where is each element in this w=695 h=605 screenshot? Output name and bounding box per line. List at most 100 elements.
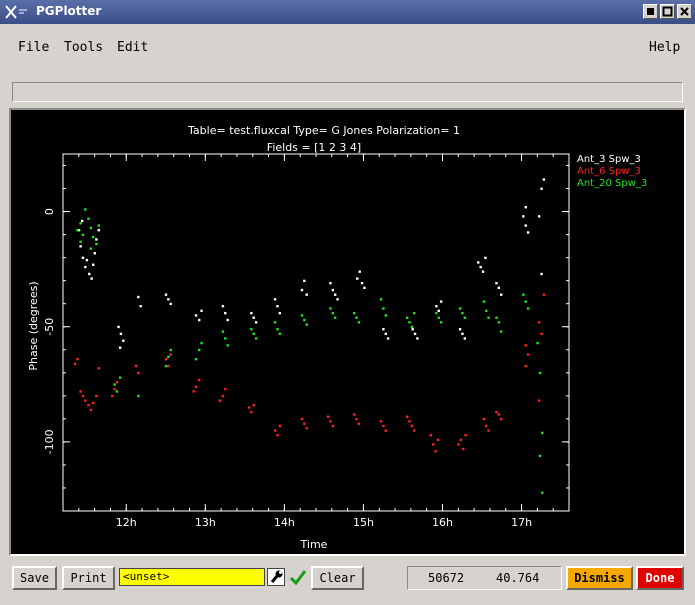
save-button[interactable]: Save <box>12 566 57 590</box>
data-point <box>363 286 366 289</box>
data-point <box>276 305 279 308</box>
data-point <box>500 293 503 296</box>
data-point <box>437 316 440 319</box>
data-point <box>524 205 527 209</box>
data-point <box>137 394 140 398</box>
data-point <box>405 415 409 418</box>
data-point <box>305 323 308 326</box>
data-point <box>358 270 361 273</box>
data-point <box>113 383 116 386</box>
data-point <box>540 272 543 276</box>
done-button[interactable]: Done <box>636 566 684 590</box>
data-point <box>500 330 503 333</box>
data-point <box>458 307 462 310</box>
menu-file[interactable]: File <box>18 40 49 55</box>
data-point <box>117 325 120 329</box>
data-point <box>278 311 282 315</box>
data-point <box>495 316 498 319</box>
data-point <box>90 277 93 280</box>
data-point <box>462 447 465 451</box>
data-point <box>113 387 116 391</box>
clear-button[interactable]: Clear <box>311 566 364 590</box>
data-point <box>537 399 541 402</box>
control-bar: Save Print <unset> Clear 50672 40.764 Di… <box>0 560 695 605</box>
data-point <box>464 433 467 437</box>
data-point <box>303 422 306 425</box>
data-point <box>137 295 140 299</box>
legend-entry: Ant_6 Spw_3 <box>577 166 641 177</box>
data-point <box>355 316 358 319</box>
chart-title: Table= test.fluxcal Type= G Jones Polari… <box>187 124 460 137</box>
window-menu-icon[interactable] <box>4 3 28 21</box>
close-button[interactable] <box>677 4 692 19</box>
data-point <box>487 429 490 432</box>
data-point <box>484 309 488 313</box>
maximize-button[interactable] <box>660 4 675 19</box>
data-point <box>137 371 140 375</box>
data-point <box>81 394 85 398</box>
data-point <box>537 321 541 324</box>
dismiss-button[interactable]: Dismiss <box>566 566 633 590</box>
data-point <box>356 277 359 280</box>
data-point <box>79 245 82 248</box>
data-point <box>439 321 443 324</box>
y-axis-label: Phase (degrees) <box>27 281 40 370</box>
minimize-button[interactable] <box>643 4 658 19</box>
data-point <box>536 341 539 345</box>
data-point <box>250 311 253 315</box>
data-point <box>484 424 488 428</box>
plot-canvas[interactable]: Table= test.fluxcal Type= G Jones Polari… <box>9 108 686 556</box>
data-point <box>357 422 361 425</box>
data-point <box>352 413 356 416</box>
data-point <box>537 215 541 218</box>
data-point <box>167 298 170 301</box>
tool-button[interactable] <box>267 568 285 586</box>
data-point <box>408 321 411 324</box>
data-point <box>97 367 100 370</box>
data-point <box>300 417 304 421</box>
data-point <box>134 364 138 368</box>
apply-button[interactable] <box>289 568 307 586</box>
menu-edit[interactable]: Edit <box>117 40 148 55</box>
data-point <box>522 293 525 296</box>
menu-tools[interactable]: Tools <box>64 40 103 55</box>
menu-help[interactable]: Help <box>649 40 680 55</box>
data-point <box>526 353 530 356</box>
data-point <box>384 332 387 336</box>
data-point <box>434 450 437 453</box>
data-point <box>81 233 85 237</box>
data-point <box>89 226 93 230</box>
data-point <box>329 307 332 310</box>
data-point <box>194 357 198 361</box>
data-point <box>411 328 414 331</box>
y-tick-label: -50 <box>43 318 56 336</box>
data-point <box>88 272 91 276</box>
data-point <box>97 224 100 227</box>
readout-x: 50672 <box>428 571 465 585</box>
print-button[interactable]: Print <box>62 566 115 590</box>
data-point <box>542 293 546 296</box>
chart-subtitle: Fields = [1 2 3 4] <box>267 141 361 154</box>
data-point <box>118 376 122 379</box>
data-point <box>477 261 480 264</box>
window-titlebar[interactable]: PGPlotter <box>0 0 695 24</box>
data-point <box>97 229 100 232</box>
minimize-icon <box>647 8 654 15</box>
data-point <box>164 364 168 368</box>
data-point <box>247 406 251 409</box>
data-point <box>461 311 464 315</box>
data-point <box>459 438 463 441</box>
data-point <box>85 258 89 262</box>
data-point <box>382 424 385 428</box>
data-point <box>524 224 527 227</box>
data-point <box>278 424 282 428</box>
data-point <box>382 307 385 310</box>
menu-bar: File Tools Edit Help <box>6 30 689 64</box>
annotation-entry[interactable]: <unset> <box>119 568 265 586</box>
data-point <box>273 429 277 432</box>
data-point <box>538 371 542 375</box>
data-point <box>413 429 416 432</box>
data-point <box>538 454 542 458</box>
legend-entry: Ant_20 Spw_3 <box>577 178 647 189</box>
x-tick-label: 15h <box>353 516 374 529</box>
